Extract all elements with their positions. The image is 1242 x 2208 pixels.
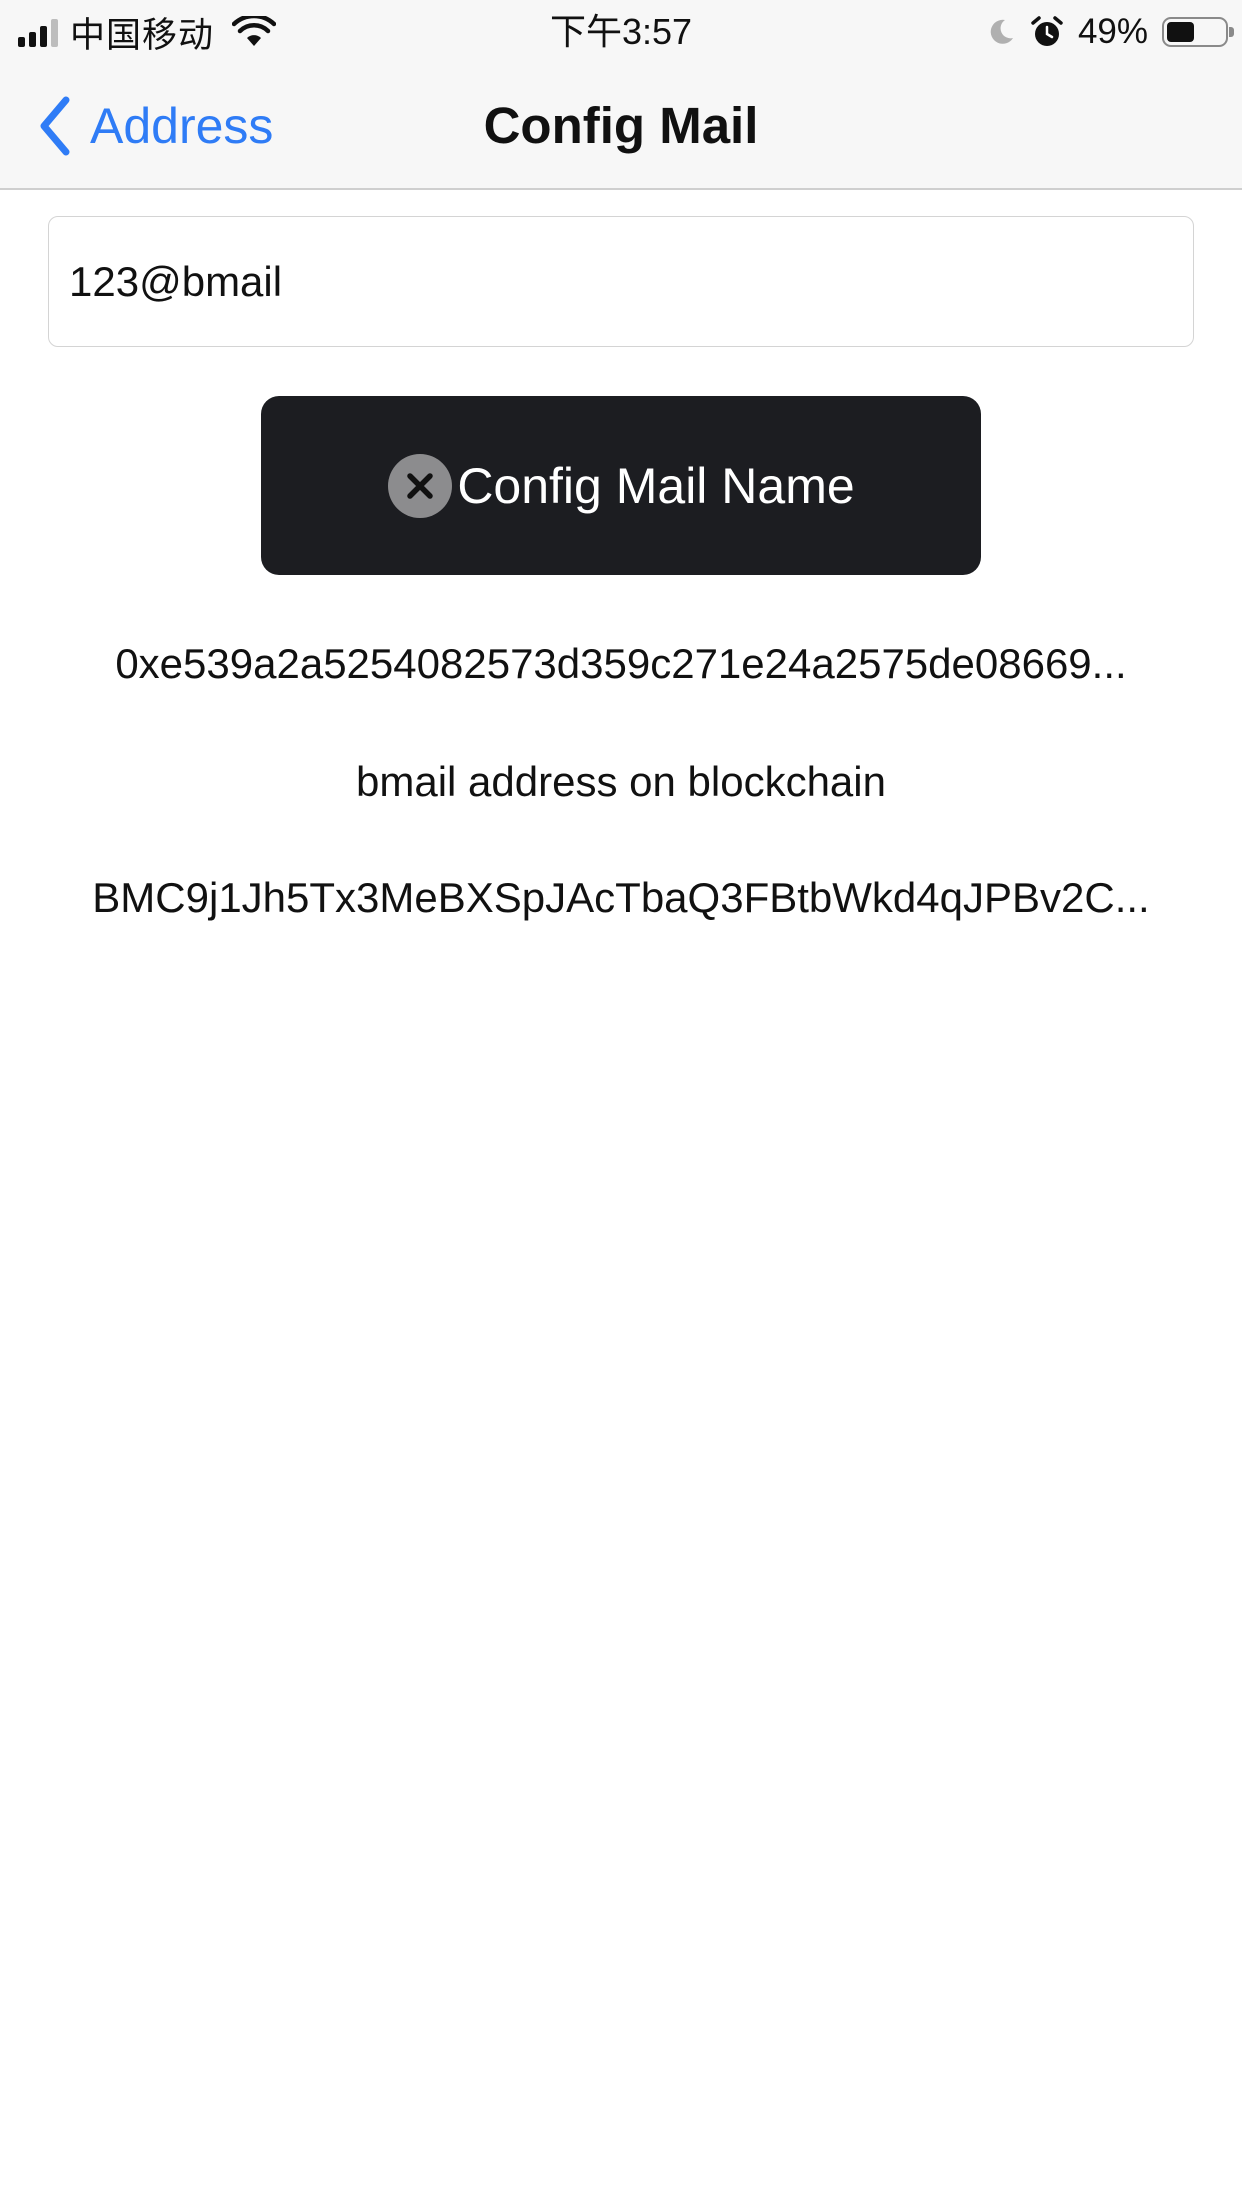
status-right: 49%	[986, 8, 1234, 56]
error-toast: Config Mail Name	[261, 396, 981, 575]
navigation-bar: Address Config Mail	[0, 62, 1242, 190]
toast-message: Config Mail Name	[457, 457, 855, 514]
battery-icon	[1162, 17, 1234, 47]
close-circle-icon	[388, 453, 453, 518]
page-title: Config Mail	[483, 97, 759, 154]
eth-address-text: 0xe539a2a5254082573d359c271e24a2575de086…	[115, 640, 1127, 687]
status-bar: 中国移动 下午3:57 49%	[0, 0, 1242, 62]
config-mail-screen: 中国移动 下午3:57 49% Address Config Mail 123@…	[0, 0, 1242, 2208]
bmail-address-caption: bmail address on blockchain	[356, 758, 886, 805]
battery-percent: 49%	[1077, 12, 1148, 51]
battery-level	[1167, 22, 1194, 42]
mail-name-input[interactable]	[48, 216, 1194, 347]
bmail-address-text: BMC9j1Jh5Tx3MeBXSpJAcTbaQ3FBtbWkd4qJPBv2…	[92, 874, 1150, 921]
moon-icon	[990, 19, 1013, 44]
alarm-icon	[1031, 16, 1063, 46]
